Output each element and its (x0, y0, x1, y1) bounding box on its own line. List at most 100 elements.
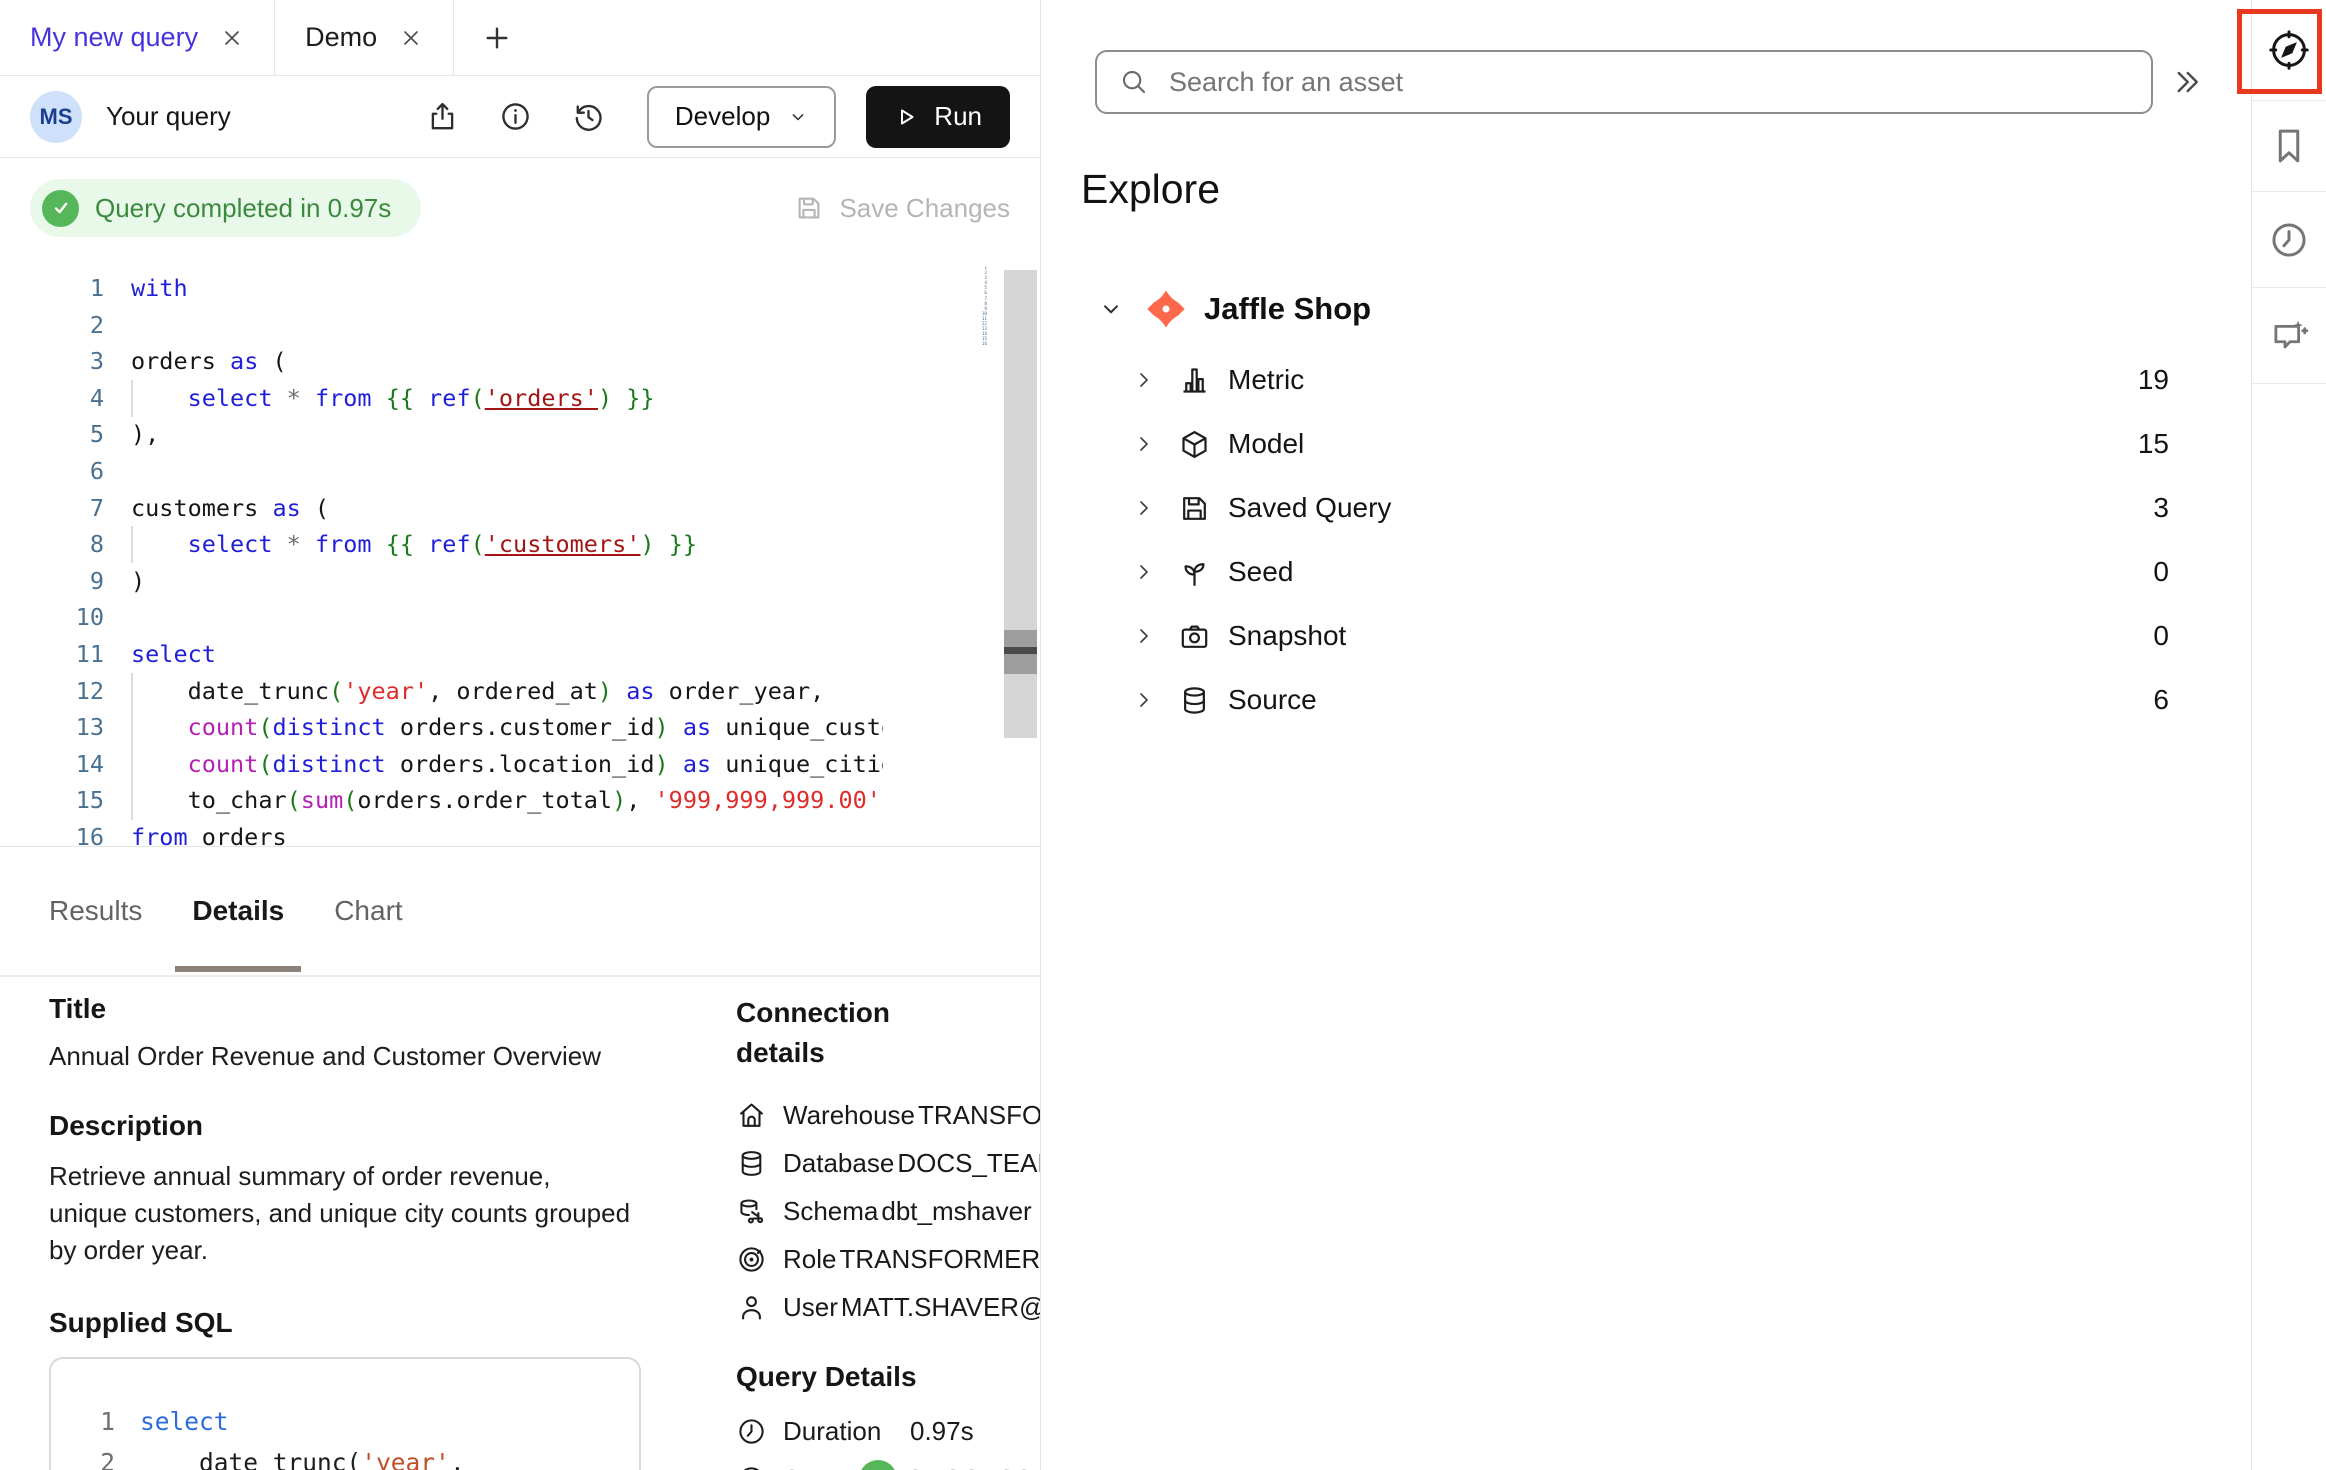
database-icon (736, 1148, 767, 1179)
editor-scrollbar-marker (1004, 647, 1037, 654)
seed-icon (1178, 556, 1211, 589)
code-line: 6 (0, 453, 1040, 490)
code-line: 16from orders (0, 819, 1040, 847)
tree-item-snapshot[interactable]: Snapshot 0 (1042, 604, 2251, 668)
code-line: 2 date_trunc('year', (87, 1442, 639, 1470)
play-icon (894, 105, 918, 129)
connection-rows: Warehouse TRANSFORMING Database DOCS_TEA… (736, 1091, 1040, 1331)
clock-icon (2268, 219, 2310, 261)
line-number: 6 (0, 453, 131, 490)
tree-item-count: 3 (2153, 492, 2169, 524)
connection-label: Role (783, 1244, 836, 1275)
tab-results[interactable]: Results (32, 847, 159, 975)
chevron-right-icon[interactable] (1132, 624, 1156, 648)
collapse-panel-icon[interactable] (2169, 64, 2205, 100)
tab-chart[interactable]: Chart (317, 847, 419, 975)
query-title: Your query (106, 101, 231, 132)
history-tool-button[interactable] (2252, 192, 2326, 288)
code-line: 13 count(distinct orders.customer_id) as… (0, 709, 1040, 746)
tree-item-metric[interactable]: Metric 19 (1042, 348, 2251, 412)
code-line: 15 to_char(sum(orders.order_total), '999… (0, 782, 1040, 819)
tree-item-source[interactable]: Source 6 (1042, 668, 2251, 732)
develop-dropdown[interactable]: Develop (647, 86, 836, 148)
plus-icon (481, 22, 513, 54)
tree-project-jaffle-shop[interactable]: Jaffle Shop (1042, 276, 2251, 342)
chevron-right-icon[interactable] (1132, 496, 1156, 520)
sql-code-editor[interactable]: 1with23orders as (4 select * from {{ ref… (0, 258, 1040, 847)
duration-row: Duration 0.97s (736, 1407, 1040, 1455)
tree-item-count: 0 (2153, 556, 2169, 588)
editor-tab-1[interactable]: Demo (275, 0, 454, 75)
tree-item-count: 0 (2153, 620, 2169, 652)
chevron-right-icon[interactable] (1132, 560, 1156, 584)
line-number: 9 (0, 563, 131, 600)
connection-row-user: User MATT.SHAVER@FI (736, 1283, 1040, 1331)
code-line: 7customers as ( (0, 490, 1040, 527)
explore-tool-button[interactable] (2252, 0, 2326, 101)
save-changes-button[interactable]: Save Changes (794, 193, 1010, 224)
run-button[interactable]: Run (866, 86, 1010, 148)
tree-item-label: Seed (1228, 556, 1293, 588)
header-actions (426, 100, 605, 133)
connection-label: User (783, 1292, 838, 1323)
code-line: 1select (87, 1401, 639, 1442)
source-icon (1178, 684, 1211, 717)
code-line: 5), (0, 416, 1040, 453)
search-placeholder: Search for an asset (1169, 67, 1403, 98)
close-icon[interactable] (220, 26, 244, 50)
line-number: 1 (0, 270, 131, 307)
duration-clock-icon (736, 1416, 767, 1447)
share-icon[interactable] (426, 100, 459, 133)
connection-label: Database (783, 1148, 894, 1179)
new-tab-button[interactable] (454, 0, 540, 75)
schema-icon (736, 1196, 767, 1227)
code-line: order by (883, 363, 1003, 368)
model-icon (1178, 428, 1211, 461)
chevron-down-icon[interactable] (1098, 296, 1124, 322)
code-line: 10 (0, 599, 1040, 636)
history-icon[interactable] (572, 100, 605, 133)
editor-tab-bar: My new query Demo (0, 0, 1040, 76)
role-icon (736, 1244, 767, 1275)
connection-row-schema: Schema dbt_mshaver (736, 1187, 1040, 1235)
editor-tab-label: My new query (30, 22, 198, 53)
editor-tab-0[interactable]: My new query (0, 0, 275, 75)
chevron-down-icon (788, 107, 808, 127)
explore-panel: Search for an asset Explore Jaffle Shop … (1042, 0, 2252, 1470)
tree-item-count: 19 (2138, 364, 2169, 396)
tree-item-label: Saved Query (1228, 492, 1391, 524)
description-heading: Description (49, 1110, 649, 1142)
line-number: 3 (0, 343, 131, 380)
chevron-right-icon[interactable] (1132, 368, 1156, 392)
line-number: 10 (0, 599, 131, 636)
tree-item-model[interactable]: Model 15 (1042, 412, 2251, 476)
code-line: 14 count(distinct orders.location_id) as… (0, 746, 1040, 783)
title-value: Annual Order Revenue and Customer Overvi… (49, 1041, 649, 1072)
warehouse-icon (736, 1100, 767, 1131)
save-changes-label: Save Changes (839, 193, 1010, 224)
editor-minimap[interactable]: 1with23orders as (4 select * from {{ ref… (883, 266, 1003, 368)
details-right-column: Connection details Warehouse TRANSFORMIN… (736, 993, 1040, 1470)
supplied-sql-code-block: 1select2 date_trunc('year',ordered_at) a… (49, 1357, 641, 1470)
close-icon[interactable] (399, 26, 423, 50)
chevron-right-icon[interactable] (1132, 432, 1156, 456)
results-tab-bar: ResultsDetailsChart (0, 847, 1040, 977)
metric-icon (1178, 364, 1211, 397)
line-number: 7 (0, 490, 131, 527)
asset-tree: Jaffle Shop Metric 19 Model 15 Saved Que… (1042, 276, 2251, 732)
asset-search-input[interactable]: Search for an asset (1095, 50, 2153, 114)
status-label: Status (783, 1464, 857, 1470)
dbt-logo-icon (1146, 289, 1186, 329)
tree-item-seed[interactable]: Seed 0 (1042, 540, 2251, 604)
check-circle-icon (42, 190, 79, 227)
assistant-tool-button[interactable] (2252, 288, 2326, 384)
tab-details[interactable]: Details (175, 847, 301, 975)
code-line: 12 date_trunc('year', ordered_at) as ord… (0, 673, 1040, 710)
tree-item-saved-query[interactable]: Saved Query 3 (1042, 476, 2251, 540)
connection-value: DOCS_TEAM_ (897, 1148, 1040, 1179)
info-icon[interactable] (499, 100, 532, 133)
tree-item-label: Model (1228, 428, 1304, 460)
bookmarks-tool-button[interactable] (2252, 101, 2326, 192)
connection-label: Warehouse (783, 1100, 915, 1131)
chevron-right-icon[interactable] (1132, 688, 1156, 712)
